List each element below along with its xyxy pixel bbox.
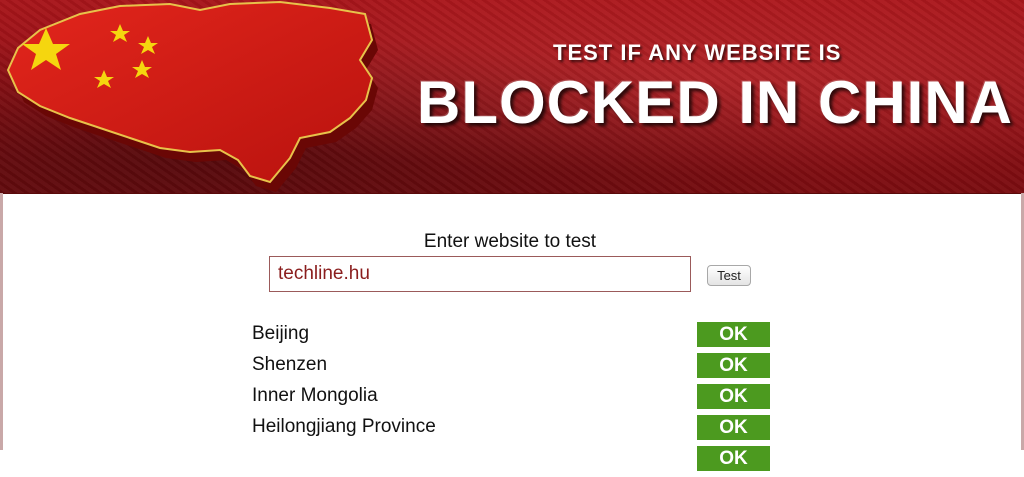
status-badge: OK	[697, 322, 770, 347]
result-location: Beijing	[252, 323, 310, 344]
headline-big: BLOCKED IN CHINA	[417, 69, 1013, 136]
result-location: Shenzen	[252, 354, 328, 375]
result-row: Beijing OK	[252, 322, 772, 353]
headline-small: TEST IF ANY WEBSITE IS	[553, 40, 842, 65]
result-row: Inner Mongolia OK	[252, 384, 772, 415]
result-location: Heilongjiang Province	[252, 416, 436, 437]
status-badge: OK	[697, 384, 770, 409]
test-button[interactable]: Test	[707, 265, 751, 286]
result-location: Inner Mongolia	[252, 385, 378, 406]
status-badge: OK	[697, 353, 770, 378]
result-row: Shenzen OK	[252, 353, 772, 384]
status-badge: OK	[697, 415, 770, 440]
china-flag-map-icon	[6, 0, 378, 192]
url-prompt-label: Enter website to test	[423, 231, 597, 252]
results-list: Beijing OK Shenzen OK Inner Mongolia OK …	[252, 322, 772, 477]
website-url-input[interactable]	[269, 256, 691, 292]
header-banner: TEST IF ANY WEBSITE IS BLOCKED IN CHINA	[0, 0, 1024, 194]
result-row: OK	[252, 446, 772, 477]
result-row: Heilongjiang Province OK	[252, 415, 772, 446]
